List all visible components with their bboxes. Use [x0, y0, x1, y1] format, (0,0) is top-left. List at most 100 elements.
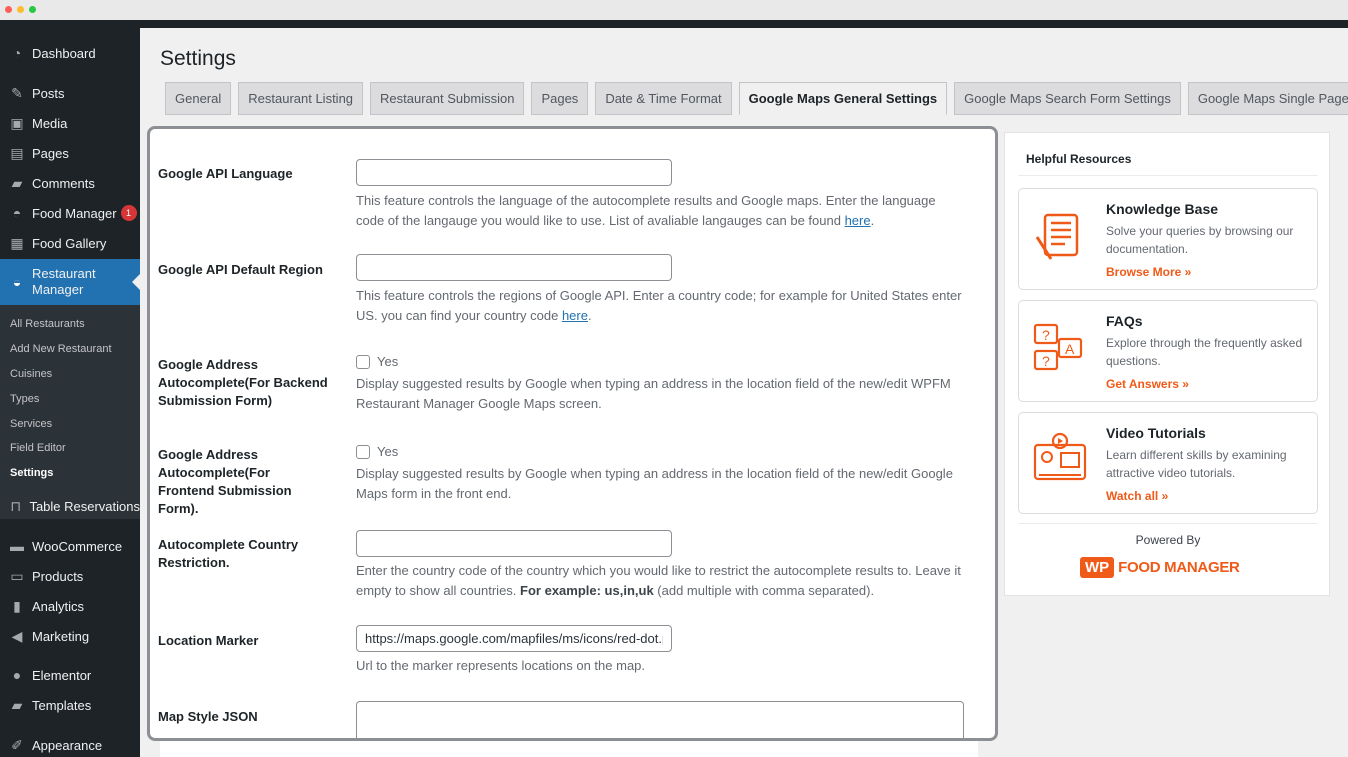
- media-icon: ▣: [10, 114, 24, 131]
- panel-bottom: [160, 741, 978, 757]
- tab-date-time-format[interactable]: Date & Time Format: [595, 82, 732, 115]
- faqs-description: Explore through the frequently asked que…: [1106, 336, 1303, 368]
- elementor-icon: ●: [12, 667, 22, 683]
- location-marker-input[interactable]: [356, 625, 672, 652]
- dashboard-icon: ◔: [12, 45, 22, 61]
- default-region-input[interactable]: [356, 254, 672, 281]
- faqs-title: FAQs: [1106, 313, 1143, 329]
- sidebar-item-analytics[interactable]: ▮ Analytics: [0, 591, 140, 621]
- country-restriction-description: Enter the country code of the country wh…: [356, 563, 961, 598]
- pin-icon: ✎: [11, 84, 23, 101]
- sidebar-item-woocommerce[interactable]: ▬ WooCommerce: [0, 531, 140, 561]
- wp-food-manager-logo[interactable]: WP FOOD MANAGER: [1080, 557, 1240, 578]
- helpful-resources-panel: Helpful Resources Knowledge Base Solve y…: [1004, 132, 1330, 596]
- tab-pages[interactable]: Pages: [531, 82, 589, 115]
- sidebar-item-elementor[interactable]: ● Elementor: [0, 660, 140, 690]
- country-code-link[interactable]: here: [562, 308, 588, 323]
- tab-google-maps-search-form[interactable]: Google Maps Search Form Settings: [954, 82, 1181, 115]
- browse-more-link[interactable]: Browse More »: [1106, 265, 1191, 279]
- submenu-all-restaurants[interactable]: All Restaurants: [10, 318, 85, 330]
- folder-icon: ▰: [11, 696, 23, 713]
- sidebar-item-dashboard[interactable]: ◔ Dashboard: [0, 38, 140, 68]
- map-style-textarea[interactable]: [356, 701, 964, 738]
- settings-panel: Google API Language This feature control…: [147, 126, 998, 741]
- submenu-settings[interactable]: Settings: [10, 467, 53, 479]
- minimize-window-dot[interactable]: [17, 6, 24, 13]
- sidebar-item-food-gallery[interactable]: ▦ Food Gallery: [0, 228, 140, 258]
- logo-wp: WP: [1080, 557, 1115, 578]
- sidebar-item-pages[interactable]: ▤ Pages: [0, 138, 140, 168]
- sidebar-item-posts[interactable]: ✎ Posts: [0, 78, 140, 108]
- video-tutorials-description: Learn different skills by examining attr…: [1106, 448, 1287, 480]
- sidebar-item-templates[interactable]: ▰ Templates: [0, 690, 140, 720]
- svg-text:?: ?: [1042, 327, 1050, 343]
- map-style-label: Map Style JSON: [158, 709, 258, 724]
- autocomplete-frontend-option[interactable]: Yes: [356, 444, 398, 459]
- knowledge-base-card: Knowledge Base Solve your queries by bro…: [1018, 188, 1318, 290]
- gallery-icon: ▦: [10, 234, 24, 251]
- autocomplete-backend-description: Display suggested results by Google when…: [356, 376, 951, 411]
- notification-badge: 1: [120, 205, 137, 221]
- svg-text:?: ?: [1042, 353, 1050, 369]
- knowledge-base-description: Solve your queries by browsing our docum…: [1106, 224, 1294, 256]
- restaurant-submenu: [0, 305, 140, 519]
- svg-text:A: A: [1065, 341, 1075, 357]
- sidebar-item-food-manager[interactable]: ◓ Food Manager 1: [0, 198, 140, 228]
- submenu-services[interactable]: Services: [10, 418, 52, 430]
- autocomplete-frontend-checkbox[interactable]: [356, 444, 370, 459]
- watch-all-link[interactable]: Watch all »: [1106, 489, 1168, 503]
- tab-restaurant-listing[interactable]: Restaurant Listing: [238, 82, 364, 115]
- submenu-field-editor[interactable]: Field Editor: [10, 442, 66, 454]
- api-language-input[interactable]: [356, 159, 672, 186]
- submenu-cuisines[interactable]: Cuisines: [10, 368, 52, 380]
- food-manager-icon: ◓: [12, 205, 22, 221]
- video-tutorials-title: Video Tutorials: [1106, 425, 1206, 441]
- country-restriction-input[interactable]: [356, 530, 672, 557]
- chart-icon: ▮: [13, 597, 21, 614]
- knowledge-base-icon: [1035, 213, 1079, 260]
- comment-icon: ▰: [11, 174, 23, 191]
- restaurant-icon: ◒: [12, 274, 22, 290]
- sidebar-item-table-reservations[interactable]: ⊓ Table Reservations: [0, 491, 140, 521]
- knowledge-base-title: Knowledge Base: [1106, 201, 1219, 217]
- get-answers-link[interactable]: Get Answers »: [1106, 377, 1189, 391]
- sidebar-item-marketing[interactable]: ◀ Marketing: [0, 621, 140, 651]
- country-restriction-label: Autocomplete Country Restriction.: [158, 537, 299, 570]
- logo-name: FOOD MANAGER: [1118, 559, 1240, 576]
- tab-google-maps-single-page[interactable]: Google Maps Single Page Settings: [1187, 82, 1348, 115]
- tab-general[interactable]: General: [165, 82, 232, 115]
- submenu-add-new-restaurant[interactable]: Add New Restaurant: [10, 343, 112, 355]
- api-language-label: Google API Language: [158, 166, 293, 181]
- admin-bar: [0, 20, 1348, 28]
- window-titlebar: [0, 0, 1348, 20]
- api-language-description: This feature controls the language of th…: [356, 193, 936, 228]
- faqs-card: ? A ? FAQs Explore through the frequentl…: [1018, 300, 1318, 402]
- close-window-dot[interactable]: [5, 6, 12, 13]
- sidebar-item-comments[interactable]: ▰ Comments: [0, 168, 140, 198]
- megaphone-icon: ◀: [11, 627, 23, 644]
- faq-icon: ? A ?: [1033, 323, 1083, 371]
- autocomplete-frontend-label: Google Address Autocomplete(For Frontend…: [158, 447, 292, 516]
- admin-sidebar: ◔ Dashboard ✎ Posts ▣ Media ▤ Pages ▰ Co…: [0, 28, 140, 757]
- powered-by-text: Powered By: [1135, 533, 1201, 547]
- sidebar-item-media[interactable]: ▣ Media: [0, 108, 140, 138]
- sidebar-item-products[interactable]: ▭ Products: [0, 561, 140, 591]
- video-tutorial-icon: [1033, 432, 1087, 481]
- woo-icon: ▬: [10, 538, 24, 554]
- languages-link[interactable]: here: [845, 213, 871, 228]
- archive-icon: ▭: [10, 567, 24, 584]
- sidebar-item-restaurant-manager[interactable]: ◒ Restaurant Manager: [0, 259, 140, 305]
- table-icon: ⊓: [10, 497, 22, 514]
- sidebar-item-appearance[interactable]: ✐ Appearance: [0, 730, 140, 757]
- page-icon: ▤: [10, 144, 24, 161]
- maximize-window-dot[interactable]: [29, 6, 36, 13]
- autocomplete-backend-option[interactable]: Yes: [356, 354, 398, 369]
- autocomplete-frontend-description: Display suggested results by Google when…: [356, 466, 953, 501]
- tab-google-maps-general[interactable]: Google Maps General Settings: [738, 82, 948, 115]
- location-marker-description: Url to the marker represents locations o…: [356, 658, 646, 673]
- autocomplete-backend-checkbox[interactable]: [356, 354, 370, 369]
- tab-restaurant-submission[interactable]: Restaurant Submission: [370, 82, 525, 115]
- autocomplete-backend-label: Google Address Autocomplete(For Backend …: [158, 357, 328, 408]
- default-region-description: This feature controls the regions of Goo…: [356, 288, 962, 323]
- submenu-types[interactable]: Types: [10, 393, 39, 405]
